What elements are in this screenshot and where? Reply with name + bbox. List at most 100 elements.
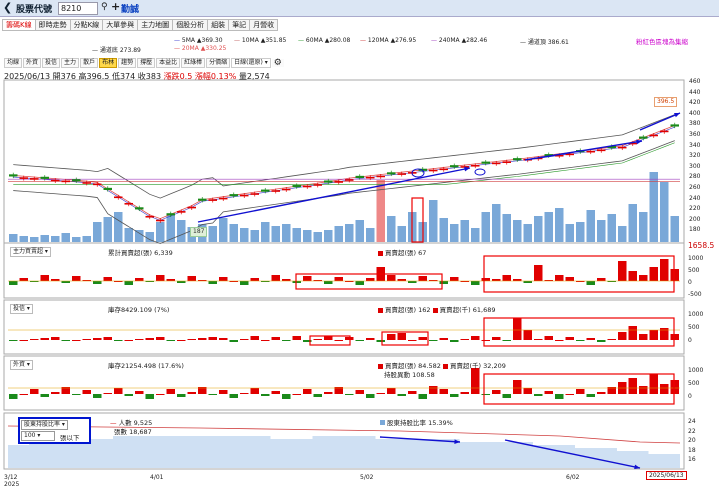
main-force-bar: [355, 281, 364, 285]
trust-bar: [30, 339, 39, 340]
candle-body: [250, 193, 259, 195]
volume-bar: [450, 224, 459, 242]
candle-body: [324, 180, 333, 183]
foreign-bar: [502, 394, 511, 398]
candle-body: [61, 180, 70, 183]
foreign-bar: [544, 391, 553, 394]
trust-bar: [387, 334, 396, 340]
candle-body: [229, 194, 238, 197]
trust-bar: [471, 336, 480, 340]
main-force-bar: [597, 278, 606, 281]
main-force-bar: [9, 281, 18, 285]
holder-bar: [501, 442, 512, 468]
trust-bar: [628, 326, 637, 340]
volume-bar: [660, 182, 669, 242]
foreign-tick: 0: [688, 393, 692, 400]
foreign-bar: [534, 394, 543, 396]
volume-bar: [649, 172, 658, 242]
foreign-bar: [103, 393, 112, 394]
main-force-bar: [555, 275, 564, 281]
main-force-bar: [271, 275, 280, 281]
trust-bar: [9, 340, 18, 341]
main-force-bar: [670, 269, 679, 281]
main-force-bar: [219, 277, 228, 281]
holder-bar: [134, 436, 145, 468]
volume-bar: [292, 228, 301, 242]
main-force-bar: [282, 279, 291, 281]
main-force-bar: [513, 279, 522, 281]
foreign-bar: [219, 390, 228, 394]
foreign-select[interactable]: 外資 ▾: [10, 360, 33, 370]
trust-tick: 0: [688, 337, 692, 344]
candle-body: [439, 168, 448, 171]
holder-bar: [50, 442, 61, 468]
main-force-bar: [628, 271, 637, 281]
holder-select[interactable]: 股東持股比率 ▾: [21, 420, 68, 430]
main-force-tick: 0: [688, 279, 692, 286]
candle-body: [282, 188, 291, 191]
trust-bar: [429, 340, 438, 341]
volume-bar: [597, 220, 606, 242]
stock-chart: [3, 79, 685, 470]
holder-bar: [60, 442, 71, 468]
candle-body: [72, 179, 81, 182]
date-tick: 6/02: [566, 474, 580, 481]
ma20-line: [13, 125, 675, 220]
holder-amount-input[interactable]: 100 ▾: [21, 431, 55, 441]
main-force-bar: [387, 275, 396, 281]
volume-bar: [250, 230, 259, 242]
volume-bar: [324, 230, 333, 242]
date-tick: 2025/06/13: [646, 471, 687, 480]
main-force-bar: [649, 267, 658, 281]
holder-bar: [165, 436, 176, 468]
candle-body: [9, 174, 18, 177]
main-force-tick: 500: [688, 267, 700, 274]
volume-bar: [439, 218, 448, 242]
trust-bar: [418, 337, 427, 340]
highlight-box: [483, 255, 675, 293]
volume-bar: [502, 214, 511, 242]
foreign-bar: [30, 389, 39, 394]
foreign-bar: [649, 374, 658, 394]
volume-bar: [51, 236, 60, 242]
trust-bar: [670, 334, 679, 340]
foreign-bar: [345, 394, 354, 395]
main-force-bar: [334, 277, 343, 281]
holder-bar: [144, 436, 155, 468]
candle-body: [670, 124, 679, 127]
main-force-top-tag: 1658.5: [686, 241, 717, 250]
foreign-bar: [471, 368, 480, 394]
trust-bar: [523, 330, 532, 340]
trust-inventory: 庫存8429.109 (7%): [108, 306, 170, 314]
trust-bar: [460, 339, 469, 340]
price-tick: 460: [689, 78, 701, 85]
holder-bar: [438, 439, 449, 468]
candle-body: [586, 150, 595, 153]
volume-bar: [544, 212, 553, 242]
foreign-bar: [187, 392, 196, 394]
foreign-bar: [460, 392, 469, 394]
trust-daily: 買賣超(張) 162 買賣超(千) 61,689: [378, 304, 496, 314]
trust-bar: [40, 338, 49, 340]
volume-bar: [219, 218, 228, 242]
trust-bar: [492, 337, 501, 340]
trust-bar: [219, 338, 228, 340]
candle-body: [429, 169, 438, 172]
main-force-bar: [135, 278, 144, 281]
holder-bar: [659, 454, 670, 468]
holder-bar: [648, 454, 659, 468]
volume-bar: [282, 224, 291, 242]
main-force-bar: [471, 281, 480, 285]
volume-bars: [9, 172, 679, 242]
main-force-bar: [492, 279, 501, 281]
price-tick: 180: [689, 226, 701, 234]
trust-bar: [586, 338, 595, 340]
trust-tick: 1000: [688, 311, 704, 318]
foreign-bar: [229, 394, 238, 398]
trust-select[interactable]: 投信 ▾: [10, 304, 33, 314]
holder-bar: [480, 442, 491, 468]
volume-bar: [334, 226, 343, 242]
trust-bar: [481, 340, 490, 341]
main-force-select[interactable]: 主力買賣超 ▾: [10, 247, 51, 257]
holder-bar: [470, 442, 481, 468]
